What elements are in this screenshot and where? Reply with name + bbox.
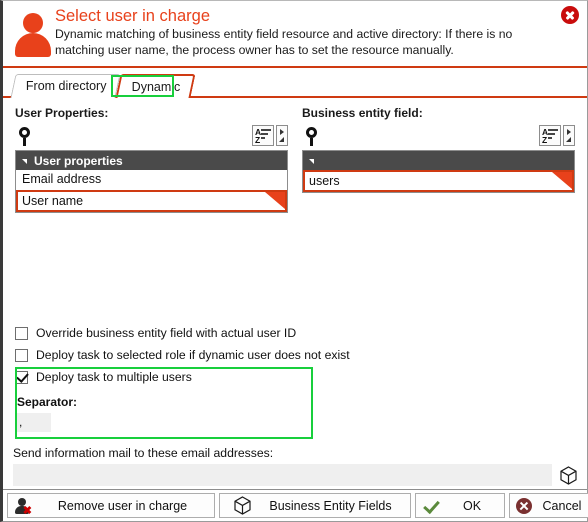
- checkbox-deploy-to-selected-role[interactable]: Deploy task to selected role if dynamic …: [15, 345, 350, 365]
- remove-user-icon: ✖: [14, 497, 32, 516]
- checkbox-label: Deploy task to multiple users: [36, 370, 192, 384]
- list-item-label: users: [309, 174, 340, 188]
- separator-input[interactable]: [15, 413, 51, 432]
- list-item[interactable]: users: [303, 170, 574, 192]
- business-entity-field-panel: Business entity field: AZ users: [302, 106, 575, 213]
- checkbox-icon[interactable]: [15, 370, 28, 384]
- list-item[interactable]: User name: [16, 190, 287, 212]
- sort-az-icon[interactable]: AZ: [539, 125, 561, 146]
- email-addresses-input[interactable]: [13, 464, 552, 486]
- checkbox-deploy-to-multiple-users[interactable]: Deploy task to multiple users: [15, 367, 315, 387]
- cube-icon: [234, 496, 251, 515]
- remove-user-in-charge-button[interactable]: ✖ Remove user in charge: [7, 493, 215, 518]
- page-title: Select user in charge: [55, 7, 211, 25]
- selected-corner-icon: [265, 192, 285, 209]
- checkbox-icon[interactable]: [15, 326, 28, 340]
- user-properties-group-label: User properties: [34, 153, 123, 168]
- business-entity-field-label: Business entity field:: [302, 106, 423, 120]
- selected-corner-icon: [552, 172, 572, 189]
- ok-label: OK: [462, 498, 482, 513]
- dialog-footer: ✖ Remove user in charge Business Entity …: [3, 489, 588, 521]
- checkbox-label: Override business entity field with actu…: [36, 326, 297, 340]
- expand-collapse-icon[interactable]: [276, 125, 288, 146]
- business-entity-field-list[interactable]: users: [302, 150, 575, 193]
- cube-icon[interactable]: [560, 465, 577, 485]
- cancel-label: Cancel: [542, 498, 582, 513]
- checkbox-icon[interactable]: [15, 348, 28, 362]
- user-properties-label: User Properties:: [15, 106, 109, 120]
- business-entity-fields-label: Business Entity Fields: [269, 498, 392, 513]
- list-item-label: Email address: [22, 172, 102, 186]
- information-mail-section: Send information mail to these email add…: [3, 446, 587, 486]
- user-avatar-icon: [11, 7, 55, 63]
- ok-button[interactable]: OK: [415, 493, 505, 518]
- expand-collapse-icon[interactable]: [563, 125, 575, 146]
- dialog-description: Dynamic matching of business entity fiel…: [55, 27, 513, 57]
- tab-from-directory[interactable]: From directory: [10, 74, 121, 98]
- dialog-header: Select user in charge Dynamic matching o…: [3, 1, 587, 68]
- collapse-triangle-icon: [22, 158, 27, 164]
- tab-dynamic[interactable]: Dynamic: [115, 74, 196, 98]
- tab-dynamic-label: Dynamic: [131, 80, 181, 94]
- checkbox-override-business-entity-field[interactable]: Override business entity field with actu…: [15, 323, 315, 343]
- collapse-triangle-icon: [309, 158, 314, 164]
- dialog-header-text: Select user in charge Dynamic matching o…: [55, 5, 577, 58]
- user-properties-panel: User Properties: AZ User properties Emai…: [15, 106, 288, 213]
- remove-user-in-charge-label: Remove user in charge: [57, 498, 188, 513]
- options-group: Override business entity field with actu…: [15, 323, 350, 439]
- user-properties-list[interactable]: User properties Email address User name: [15, 150, 288, 213]
- business-entity-search-row: AZ: [302, 124, 575, 148]
- check-icon: [422, 498, 440, 514]
- list-item[interactable]: Email address: [16, 170, 287, 190]
- close-icon[interactable]: [561, 6, 579, 24]
- sort-az-icon[interactable]: AZ: [252, 125, 274, 146]
- checkbox-label: Deploy task to selected role if dynamic …: [36, 348, 350, 362]
- information-mail-label: Send information mail to these email add…: [13, 446, 274, 460]
- business-entity-group-header[interactable]: [303, 151, 574, 170]
- cancel-icon: [516, 497, 532, 514]
- user-properties-search-row: AZ: [15, 124, 288, 148]
- search-icon: [304, 126, 324, 146]
- list-item-label: User name: [22, 194, 84, 208]
- cancel-button[interactable]: Cancel: [509, 493, 588, 518]
- select-user-in-charge-dialog: Select user in charge Dynamic matching o…: [0, 0, 588, 522]
- dialog-body: User Properties: AZ User properties Emai…: [3, 98, 587, 213]
- business-entity-fields-button[interactable]: Business Entity Fields: [219, 493, 411, 518]
- user-properties-group-header[interactable]: User properties: [16, 151, 287, 170]
- separator-label: Separator:: [17, 395, 78, 409]
- search-icon: [17, 126, 37, 146]
- tab-from-directory-label: From directory: [25, 79, 107, 93]
- tab-bar: From directory Dynamic: [3, 74, 587, 98]
